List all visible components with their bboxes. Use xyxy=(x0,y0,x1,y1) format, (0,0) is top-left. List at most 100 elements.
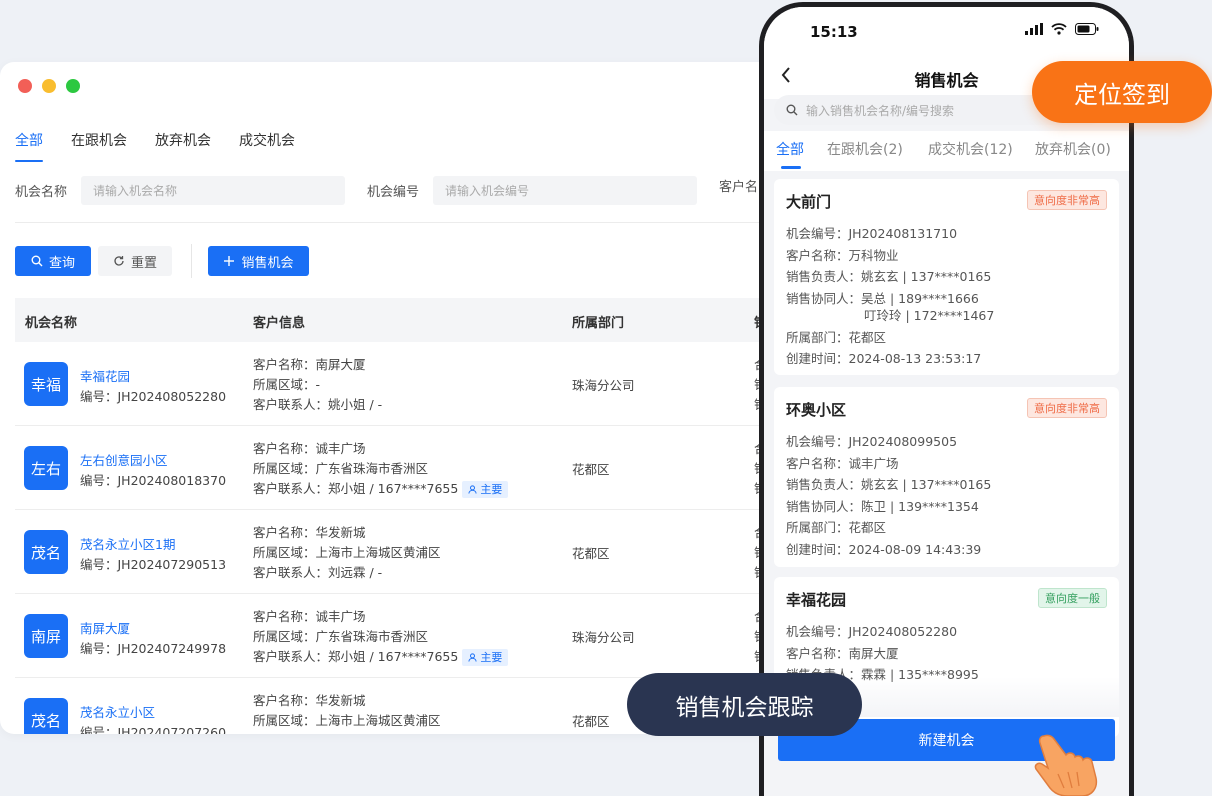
signal-icon xyxy=(1025,23,1043,35)
wifi-icon xyxy=(1051,23,1067,35)
filter-code-label: 机会编号 xyxy=(367,185,420,200)
phone-search-placeholder: 输入销售机会名称/编号搜索 xyxy=(806,103,955,118)
primary-tag-label: 主要 xyxy=(480,650,503,664)
add-opportunity-button[interactable]: 销售机会 xyxy=(208,246,309,276)
primary-tag-label: 主要 xyxy=(480,482,503,496)
reset-button-label: 重置 xyxy=(130,255,157,271)
customer-name: 客户名称：南屏大厦 xyxy=(253,357,366,372)
opportunity-code: 编号：JH202407207260 xyxy=(80,725,227,734)
customer-name: 客户名称：华发新城 xyxy=(253,525,366,540)
card-line: 客户名称：南屏大厦 xyxy=(786,645,899,661)
header-department: 所属部门 xyxy=(572,316,625,331)
customer-info: 客户名称：诚丰广场 所属区域：广东省珠海市香洲区 客户联系人：郑小姐 / 167… xyxy=(253,439,509,499)
card-line: 创建时间：2024-08-13 23:53:17 xyxy=(786,351,982,366)
opportunity-avatar: 南屏 xyxy=(24,614,68,658)
customer-name: 客户名称：华发新城 xyxy=(253,693,366,708)
opportunity-name-link[interactable]: 幸福花园 xyxy=(80,366,130,385)
filter-customer: 客户名 xyxy=(719,176,758,195)
desktop-window: 全部 在跟机会 放弃机会 成交机会 机会名称 请输入机会名称 机会编号 请输入机… xyxy=(0,62,820,734)
customer-info: 客户名称：诚丰广场 所属区域：广东省珠海市香洲区 客户联系人：郑小姐 / 167… xyxy=(253,607,509,667)
search-icon xyxy=(31,255,43,267)
reset-button[interactable]: 重置 xyxy=(98,246,172,276)
phone-tab-all[interactable]: 全部 xyxy=(776,139,804,169)
customer-contact-line: 客户联系人：郑小姐 / 167****7655 主要 xyxy=(253,647,509,667)
card-line: 销售协同人：陈卫 | 139****1354 xyxy=(786,498,979,514)
table-row[interactable]: 南屏 南屏大厦 编号：JH202407249978 客户名称：诚丰广场 所属区域… xyxy=(15,594,820,678)
card-line: 所属部门：花都区 xyxy=(786,329,887,345)
opportunity-name-link[interactable]: 茂名永立小区 xyxy=(80,702,155,721)
customer-contact-line: 客户联系人：郑小姐 / 167****7655 主要 xyxy=(253,479,509,499)
phone-tabs: 全部 在跟机会(2) 成交机会(12) 放弃机会(0) xyxy=(764,131,1129,171)
department: 花都区 xyxy=(572,546,610,561)
card-line: 机会编号：JH202408099505 xyxy=(786,434,958,449)
filter-code: 机会编号 请输入机会编号 xyxy=(367,176,698,205)
query-button[interactable]: 查询 xyxy=(15,246,91,276)
query-button-label: 查询 xyxy=(48,255,75,271)
phone-tab-abandoned[interactable]: 放弃机会(0) xyxy=(1035,139,1111,159)
opportunity-code-input[interactable]: 请输入机会编号 xyxy=(433,176,698,205)
card-title: 环奥小区 xyxy=(786,401,847,419)
tab-all[interactable]: 全部 xyxy=(15,130,43,162)
card-line: 客户名称：诚丰广场 xyxy=(786,455,899,471)
opportunity-card[interactable]: 环奥小区 意向度非常高 机会编号：JH202408099505 客户名称：诚丰广… xyxy=(774,387,1119,567)
opportunity-name-link[interactable]: 左右创意园小区 xyxy=(80,450,168,469)
search-icon xyxy=(786,104,798,116)
card-line: 创建时间：2024-08-09 14:43:39 xyxy=(786,541,982,557)
pointing-hand-icon xyxy=(1034,734,1098,796)
window-controls xyxy=(18,79,80,93)
card-title: 大前门 xyxy=(786,193,832,211)
header-customer-info: 客户信息 xyxy=(253,316,306,331)
tab-following[interactable]: 在跟机会 xyxy=(71,130,127,162)
department: 珠海分公司 xyxy=(572,630,635,645)
phone-tab-closed[interactable]: 成交机会(12) xyxy=(928,139,1013,159)
opportunity-code: 编号：JH202408018370 xyxy=(80,473,227,488)
card-line: 客户名称：万科物业 xyxy=(786,247,899,263)
header-opportunity-name: 机会名称 xyxy=(25,316,78,331)
maximize-window-button[interactable] xyxy=(66,79,80,93)
refresh-icon xyxy=(114,256,124,266)
customer-contact: 客户联系人：姚小姐 / - xyxy=(253,397,383,412)
opportunity-card[interactable]: 大前门 意向度非常高 机会编号：JH202408131710 客户名称：万科物业… xyxy=(774,179,1119,375)
tab-abandoned[interactable]: 放弃机会 xyxy=(155,130,211,162)
department: 花都区 xyxy=(572,714,610,729)
intent-level-badge: 意向度非常高 xyxy=(1027,190,1107,210)
status-icons xyxy=(1025,23,1099,35)
customer-info: 客户名称：华发新城 所属区域：上海市上海城区黄浦区 xyxy=(253,691,441,731)
button-separator xyxy=(191,244,192,278)
customer-name: 客户名称：诚丰广场 xyxy=(253,441,366,456)
department: 珠海分公司 xyxy=(572,378,635,393)
opportunity-name-link[interactable]: 茂名永立小区1期 xyxy=(80,534,175,553)
primary-contact-tag: 主要 xyxy=(462,649,509,666)
user-icon xyxy=(468,485,477,494)
opportunity-name-input[interactable]: 请输入机会名称 xyxy=(81,176,346,205)
card-title: 幸福花园 xyxy=(786,591,847,609)
add-opportunity-label: 销售机会 xyxy=(241,255,294,271)
table-row[interactable]: 幸福 幸福花园 编号：JH202408052280 客户名称：南屏大厦 所属区域… xyxy=(15,342,820,426)
opportunity-avatar: 茂名 xyxy=(24,698,68,734)
opportunity-code: 编号：JH202407290513 xyxy=(80,557,227,572)
opportunity-code: 编号：JH202407249978 xyxy=(80,641,227,656)
customer-region: 所属区域：- xyxy=(253,377,321,392)
opportunity-avatar: 茂名 xyxy=(24,530,68,574)
customer-contact: 客户联系人：郑小姐 / 167****7655 xyxy=(253,481,459,496)
opportunity-avatar: 左右 xyxy=(24,446,68,490)
phone-tab-following[interactable]: 在跟机会(2) xyxy=(827,139,903,159)
filter-name: 机会名称 请输入机会名称 xyxy=(15,176,346,205)
opportunity-code: 编号：JH202408052280 xyxy=(80,389,227,404)
tab-closed[interactable]: 成交机会 xyxy=(239,130,295,162)
customer-contact: 客户联系人：刘远霖 / - xyxy=(253,565,383,580)
opportunity-name-link[interactable]: 南屏大厦 xyxy=(80,618,130,637)
card-line: 销售负责人：姚玄玄 | 137****0165 xyxy=(786,269,992,284)
opportunity-tabs: 全部 在跟机会 放弃机会 成交机会 xyxy=(15,130,295,162)
customer-name: 客户名称：诚丰广场 xyxy=(253,609,366,624)
card-details: 机会编号：JH202408131710 客户名称：万科物业 销售负责人：姚玄玄 … xyxy=(786,223,994,370)
user-icon xyxy=(468,653,477,662)
customer-contact: 客户联系人：郑小姐 / 167****7655 xyxy=(253,649,459,664)
minimize-window-button[interactable] xyxy=(42,79,56,93)
filter-name-label: 机会名称 xyxy=(15,185,68,200)
card-line: 机会编号：JH202408052280 xyxy=(786,624,958,639)
close-window-button[interactable] xyxy=(18,79,32,93)
table-row[interactable]: 左右 左右创意园小区 编号：JH202408018370 客户名称：诚丰广场 所… xyxy=(15,426,820,510)
intent-level-badge: 意向度一般 xyxy=(1038,588,1107,608)
table-row[interactable]: 茂名 茂名永立小区1期 编号：JH202407290513 客户名称：华发新城 … xyxy=(15,510,820,594)
